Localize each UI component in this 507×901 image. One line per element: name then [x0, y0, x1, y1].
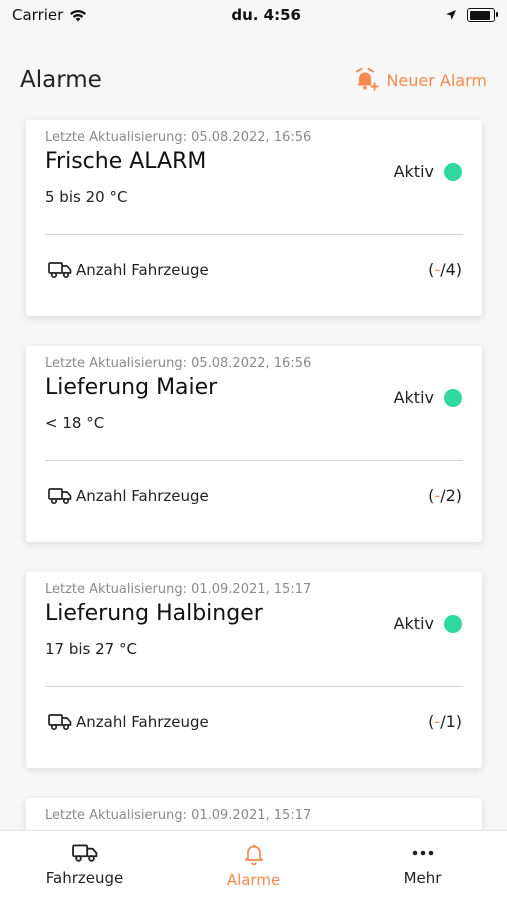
last-updated: Letzte Aktualisierung: 05.08.2022, 16:56: [45, 356, 312, 371]
vehicle-count-label-group: Anzahl Fahrzeuge: [48, 713, 209, 731]
alarm-add-icon: [356, 68, 379, 91]
new-alarm-button[interactable]: Neuer Alarm: [354, 68, 487, 92]
vehicle-count: (-/4): [428, 260, 462, 279]
count-total: /2): [440, 486, 462, 505]
temperature-range: < 18 °C: [45, 414, 105, 432]
vehicles-label: Anzahl Fahrzeuge: [76, 712, 209, 731]
tab-bar: Fahrzeuge Alarme Mehr: [0, 830, 507, 901]
vehicle-count-label-group: Anzahl Fahrzeuge: [48, 261, 209, 279]
alarm-card[interactable]: Letzte Aktualisierung: 05.08.2022, 16:56…: [26, 346, 482, 542]
temperature-range: 17 bis 27 °C: [45, 640, 137, 658]
truck-icon: [48, 713, 72, 730]
status-dot: [444, 388, 462, 407]
alarm-status: Aktiv: [394, 162, 462, 181]
vehicle-count-row: Anzahl Fahrzeuge (-/2): [48, 486, 462, 505]
status-bar: Carrier du. 4:56: [0, 0, 507, 30]
last-updated: Letzte Aktualisierung: 01.09.2021, 15:17: [45, 582, 312, 597]
vehicles-label: Anzahl Fahrzeuge: [76, 486, 209, 505]
divider: [45, 686, 463, 687]
wifi-icon: [70, 9, 87, 21]
tab-label: Fahrzeuge: [45, 869, 124, 887]
more-dots-icon: [412, 850, 433, 856]
status-label: Aktiv: [393, 388, 434, 407]
tab-fahrzeuge[interactable]: Fahrzeuge: [15, 831, 155, 887]
count-total: /1): [440, 712, 462, 731]
tab-alarme[interactable]: Alarme: [184, 831, 324, 889]
vehicle-count-row: Anzahl Fahrzeuge (-/1): [48, 712, 462, 731]
tab-label: Mehr: [403, 869, 442, 887]
status-label: Aktiv: [393, 614, 434, 633]
status-dot: [444, 614, 462, 633]
last-updated: Letzte Aktualisierung: 01.09.2021, 15:17: [45, 808, 312, 823]
last-updated: Letzte Aktualisierung: 05.08.2022, 16:56: [45, 130, 312, 145]
alarm-status: Aktiv: [394, 614, 462, 633]
temperature-range: 5 bis 20 °C: [45, 188, 128, 206]
carrier-label: Carrier: [12, 6, 64, 24]
vehicle-count: (-/2): [428, 486, 462, 505]
alarm-card[interactable]: Letzte Aktualisierung: 05.08.2022, 16:56…: [26, 120, 482, 316]
truck-icon: [48, 487, 72, 504]
truck-icon: [48, 261, 72, 278]
tab-mehr[interactable]: Mehr: [353, 831, 493, 887]
divider: [45, 234, 463, 235]
battery-icon: [467, 8, 498, 22]
vehicle-count-row: Anzahl Fahrzeuge (-/4): [48, 260, 462, 279]
new-alarm-label: Neuer Alarm: [386, 70, 487, 90]
alarm-list: Letzte Aktualisierung: 05.08.2022, 16:56…: [26, 120, 482, 838]
alarm-status: Aktiv: [394, 388, 462, 407]
status-label: Aktiv: [393, 162, 434, 181]
page-title: Alarme: [20, 67, 102, 93]
divider: [45, 460, 463, 461]
page-header: Alarme Neuer Alarm: [0, 58, 507, 102]
tab-label: Alarme: [226, 871, 281, 889]
location-arrow-icon: [446, 10, 456, 20]
truck-icon: [71, 844, 97, 862]
count-total: /4): [440, 260, 462, 279]
vehicle-count-label-group: Anzahl Fahrzeuge: [48, 487, 209, 505]
alarm-card[interactable]: Letzte Aktualisierung: 01.09.2021, 15:17…: [26, 572, 482, 768]
status-right: [445, 8, 498, 22]
bell-icon: [244, 844, 263, 865]
vehicle-count: (-/1): [428, 712, 462, 731]
status-time: du. 4:56: [231, 6, 301, 24]
vehicles-label: Anzahl Fahrzeuge: [76, 260, 209, 279]
status-dot: [444, 162, 462, 181]
status-left: Carrier: [12, 6, 87, 24]
